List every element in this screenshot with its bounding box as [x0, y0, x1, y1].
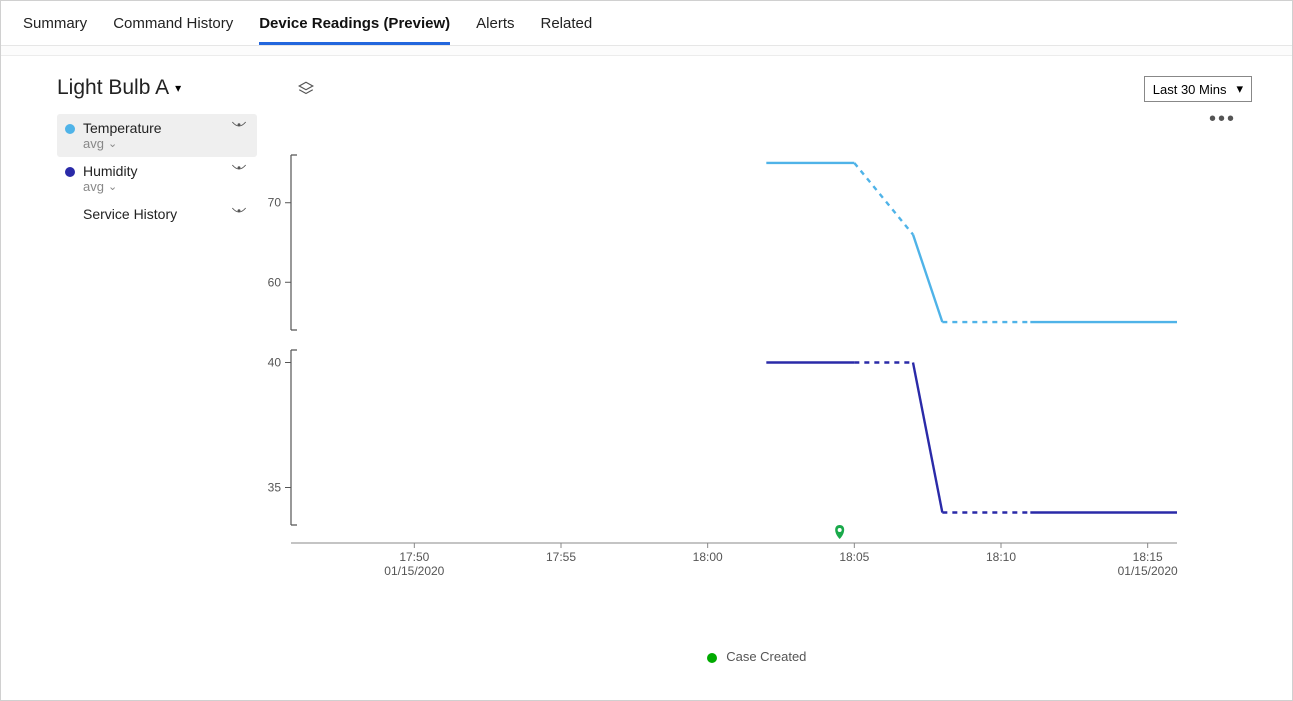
- series-item-service-history[interactable]: Service History: [57, 200, 257, 228]
- visibility-icon[interactable]: [231, 163, 249, 175]
- series-color-dot: [65, 124, 75, 134]
- series-agg: avg ⌄: [83, 136, 231, 151]
- svg-text:18:10: 18:10: [986, 550, 1016, 564]
- svg-text:17:55: 17:55: [546, 550, 576, 564]
- series-label: Service History: [83, 206, 231, 222]
- event-legend: Case Created: [257, 649, 1256, 664]
- layers-icon[interactable]: [297, 80, 315, 98]
- event-marker-dot: [707, 653, 717, 663]
- svg-text:60: 60: [268, 275, 282, 289]
- chevron-down-icon: ⌄: [108, 137, 117, 150]
- device-title: Light Bulb A: [57, 76, 169, 100]
- svg-text:70: 70: [268, 196, 282, 210]
- visibility-icon[interactable]: [231, 206, 249, 218]
- series-color-dot: [65, 167, 75, 177]
- svg-text:17:50: 17:50: [399, 550, 429, 564]
- event-legend-label: Case Created: [726, 649, 806, 664]
- svg-text:18:00: 18:00: [693, 550, 723, 564]
- tab-command-history[interactable]: Command History: [113, 15, 233, 45]
- more-icon[interactable]: •••: [1209, 108, 1246, 130]
- chevron-down-icon: ▾: [1236, 81, 1243, 97]
- svg-text:40: 40: [268, 356, 282, 370]
- series-agg: avg ⌄: [83, 179, 231, 194]
- time-range-label: Last 30 Mins: [1153, 82, 1227, 97]
- series-label: Humidity: [83, 163, 231, 179]
- svg-text:35: 35: [268, 481, 282, 495]
- series-panel: Light Bulb A ▾ Temperatureavg ⌄Humiditya…: [57, 76, 257, 664]
- device-selector[interactable]: Light Bulb A ▾: [57, 76, 257, 100]
- visibility-icon[interactable]: [231, 120, 249, 132]
- time-range-select[interactable]: Last 30 Mins ▾: [1144, 76, 1252, 102]
- series-item-temperature[interactable]: Temperatureavg ⌄: [57, 114, 257, 157]
- chart-canvas[interactable]: 6070354017:5001/15/202017:5518:0018:0518…: [257, 135, 1197, 615]
- tab-alerts[interactable]: Alerts: [476, 15, 514, 45]
- svg-text:18:15: 18:15: [1133, 550, 1163, 564]
- chevron-down-icon: ⌄: [108, 180, 117, 193]
- chart-area: Last 30 Mins ▾ ••• 6070354017:5001/15/20…: [257, 76, 1256, 664]
- svg-text:01/15/2020: 01/15/2020: [384, 564, 444, 578]
- tab-related[interactable]: Related: [540, 15, 592, 45]
- chevron-down-icon: ▾: [175, 81, 181, 95]
- series-label: Temperature: [83, 120, 231, 136]
- tab-device-readings[interactable]: Device Readings (Preview): [259, 15, 450, 45]
- tab-bar: Summary Command History Device Readings …: [1, 1, 1292, 46]
- svg-text:18:05: 18:05: [839, 550, 869, 564]
- tab-summary[interactable]: Summary: [23, 15, 87, 45]
- svg-text:01/15/2020: 01/15/2020: [1118, 564, 1178, 578]
- series-item-humidity[interactable]: Humidityavg ⌄: [57, 157, 257, 200]
